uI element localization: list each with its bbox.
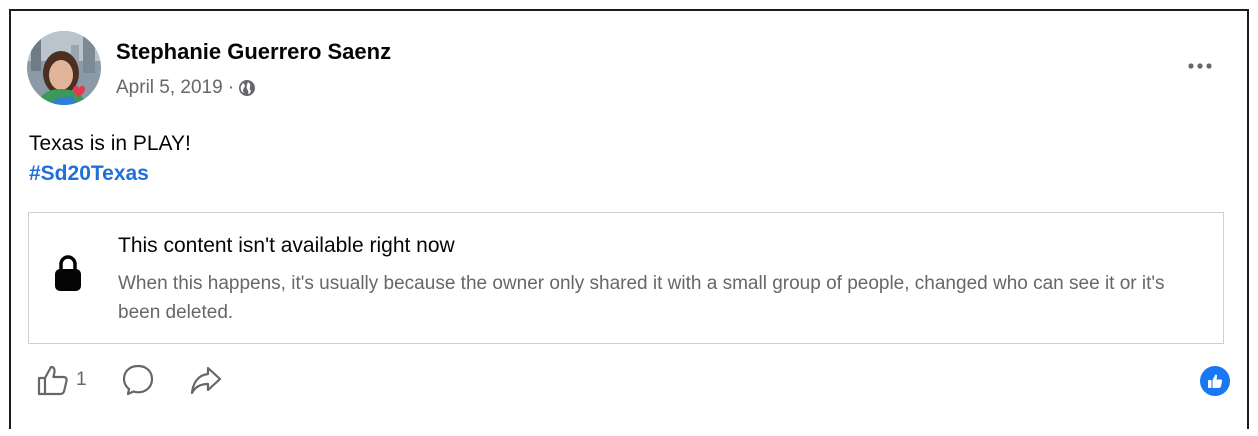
post-actions: 1 bbox=[36, 363, 257, 397]
avatar-image bbox=[27, 31, 101, 105]
meta-separator: · bbox=[227, 77, 235, 98]
author-name[interactable]: Stephanie Guerrero Saenz bbox=[116, 39, 391, 65]
globe-icon bbox=[238, 79, 256, 97]
post-body: Texas is in PLAY! #Sd20Texas bbox=[29, 129, 191, 189]
post-card: Stephanie Guerrero Saenz April 5, 2019 ·… bbox=[9, 9, 1249, 429]
post-meta: April 5, 2019 · bbox=[116, 77, 256, 99]
like-button[interactable]: 1 bbox=[36, 363, 87, 397]
more-options-button[interactable] bbox=[1183, 55, 1217, 77]
lock-icon bbox=[54, 253, 82, 293]
comment-button[interactable] bbox=[121, 363, 155, 397]
like-count: 1 bbox=[76, 369, 87, 390]
post-text: Texas is in PLAY! bbox=[29, 132, 191, 155]
unavailable-description: When this happens, it's usually because … bbox=[118, 273, 1165, 323]
share-icon bbox=[190, 366, 221, 395]
unavailable-content-box: This content isn't available right now W… bbox=[28, 212, 1224, 344]
thumbs-up-icon bbox=[37, 365, 68, 396]
share-button[interactable] bbox=[189, 363, 223, 397]
unavailable-title: This content isn't available right now bbox=[118, 234, 455, 257]
hashtag-link[interactable]: #Sd20Texas bbox=[29, 159, 191, 189]
post-date[interactable]: April 5, 2019 bbox=[116, 77, 223, 99]
like-reaction-icon[interactable] bbox=[1200, 366, 1230, 396]
avatar[interactable] bbox=[27, 31, 101, 105]
comment-icon bbox=[122, 364, 153, 396]
more-options-icon bbox=[1188, 63, 1212, 69]
